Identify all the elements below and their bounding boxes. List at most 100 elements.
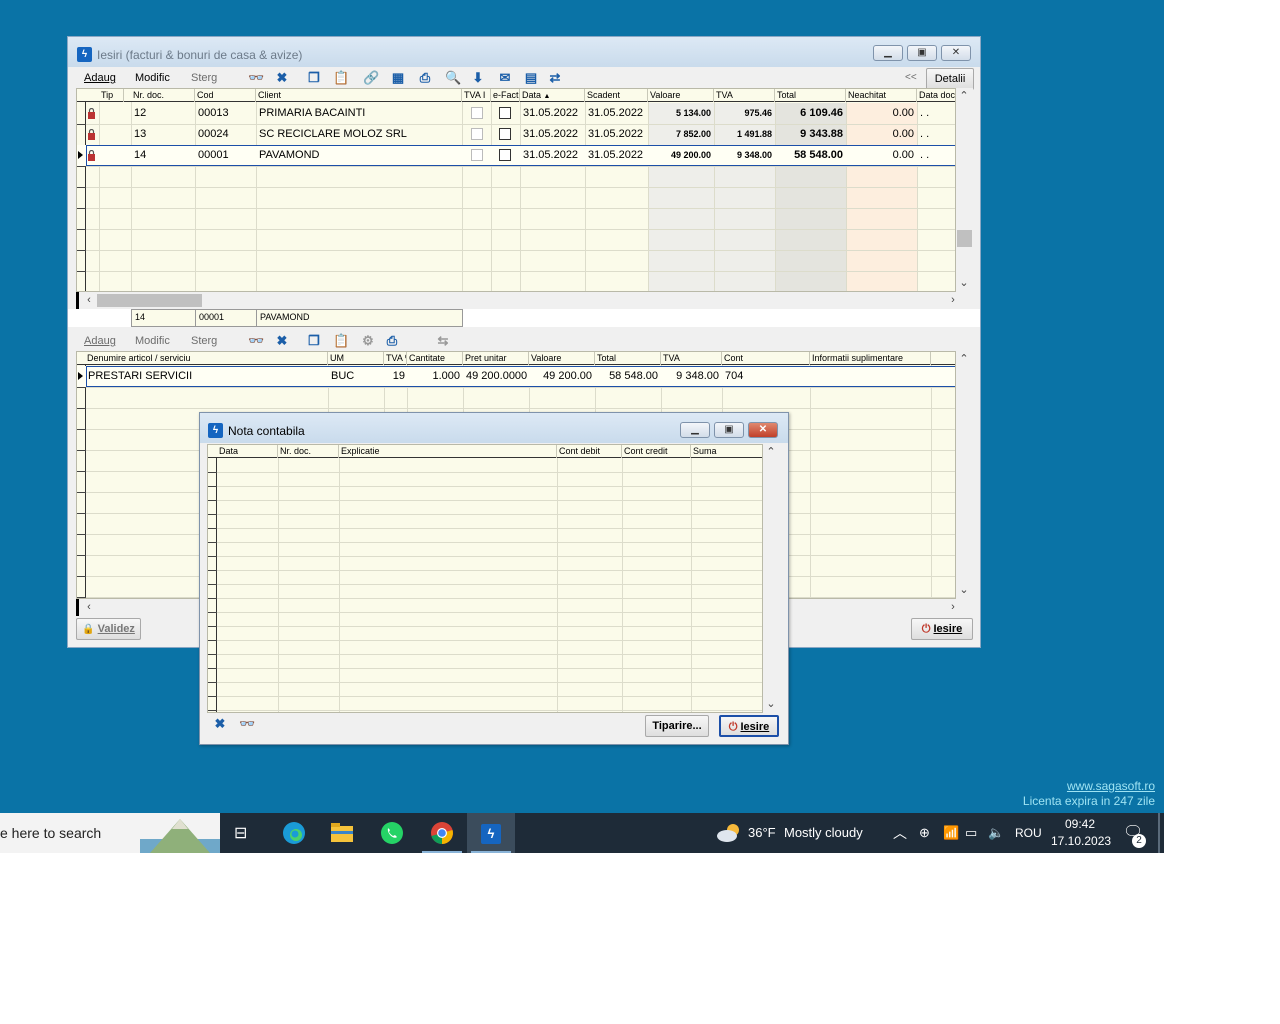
binoculars-icon[interactable]: 👓 <box>239 716 255 732</box>
search-box[interactable]: e here to search <box>0 813 220 853</box>
document-row[interactable]: 12 00013 PRIMARIA BACAINTI 31.05.2022 31… <box>77 103 955 124</box>
edit-item-link[interactable]: Modific <box>135 335 170 347</box>
scroll-right-icon[interactable]: › <box>945 599 961 615</box>
saga-taskbar-button[interactable]: ϟ <box>467 813 515 853</box>
col-client[interactable]: Client <box>256 89 462 102</box>
scroll-up-icon[interactable]: ⌃ <box>956 351 972 367</box>
e-factura-checkbox[interactable] <box>499 107 511 119</box>
col-e-fact[interactable]: e-Fact <box>491 89 520 102</box>
weather-temperature[interactable]: 36°F <box>748 813 776 853</box>
delete-item-link[interactable]: Sterg <box>191 335 217 347</box>
meet-now-icon[interactable]: ⊕ <box>919 813 930 853</box>
maximize-button[interactable]: ▣ <box>907 45 937 61</box>
minimize-button[interactable]: ▁ <box>680 422 710 438</box>
zoom-document-icon[interactable]: 🔍 <box>445 70 461 86</box>
col-suma[interactable]: Suma <box>691 445 762 458</box>
nota-exit-button[interactable]: ⏻ Iesire <box>719 715 779 737</box>
tva-incasare-checkbox[interactable] <box>471 107 483 119</box>
col-scadent[interactable]: Scadent <box>585 89 648 102</box>
col-tva[interactable]: TVA <box>714 89 775 102</box>
nota-vertical-scrollbar[interactable]: ⌃ ⌄ <box>763 444 780 713</box>
col-data-doc[interactable]: Data doc <box>917 89 955 102</box>
col-data[interactable]: Data ▲ <box>520 89 585 102</box>
scroll-thumb[interactable] <box>957 230 972 247</box>
binoculars-icon[interactable]: 👓 <box>248 70 264 86</box>
copy-icon[interactable]: ❐ <box>306 333 322 349</box>
col-cont[interactable]: Cont <box>722 352 810 365</box>
col-informatii[interactable]: Informatii suplimentare <box>810 352 931 365</box>
edit-link[interactable]: Modific <box>135 72 170 84</box>
close-button[interactable]: ✕ <box>941 45 971 61</box>
col-tva[interactable]: TVA <box>661 352 722 365</box>
scroll-down-icon[interactable]: ⌄ <box>956 275 972 291</box>
col-nr-doc[interactable]: Nr. doc. <box>131 89 195 102</box>
transfer-icon[interactable]: ⇄ <box>547 70 563 86</box>
col-valoare[interactable]: Valoare <box>529 352 595 365</box>
email-icon[interactable]: ✉ <box>497 70 513 86</box>
move-icon[interactable]: ⇆ <box>435 333 451 349</box>
scroll-left-icon[interactable]: ‹ <box>81 599 97 615</box>
e-factura-checkbox[interactable] <box>499 128 511 140</box>
col-total[interactable]: Total <box>595 352 661 365</box>
col-cod[interactable]: Cod <box>195 89 256 102</box>
scroll-up-icon[interactable]: ⌃ <box>956 88 972 104</box>
col-um[interactable]: UM <box>328 352 384 365</box>
copy-icon[interactable]: ❐ <box>306 70 322 86</box>
col-tip[interactable]: Tip <box>99 89 124 102</box>
nota-grid[interactable]: Data Nr. doc. Explicatie Cont debit Cont… <box>207 444 763 713</box>
excel-icon[interactable]: ✖ <box>274 70 290 86</box>
col-cont-debit[interactable]: Cont debit <box>557 445 622 458</box>
scroll-up-icon[interactable]: ⌃ <box>763 444 779 460</box>
scroll-thumb[interactable] <box>97 294 202 307</box>
validate-button[interactable]: 🔒 Validez <box>76 618 141 640</box>
delete-link[interactable]: Sterg <box>191 72 217 84</box>
scroll-left-icon[interactable]: ‹ <box>81 292 97 308</box>
documents-grid[interactable]: Tip Nr. doc. Cod Client TVA I e-Fact Dat… <box>76 88 956 292</box>
items-vertical-scrollbar[interactable]: ⌃ ⌄ <box>956 351 973 599</box>
archive-icon[interactable]: ▤ <box>523 70 539 86</box>
scroll-down-icon[interactable]: ⌄ <box>763 696 779 712</box>
wifi-icon[interactable]: 📶 <box>943 813 959 853</box>
table-icon[interactable]: ▦ <box>390 70 406 86</box>
col-nr-doc[interactable]: Nr. doc. <box>278 445 339 458</box>
whatsapp-taskbar-button[interactable] <box>368 813 416 853</box>
chrome-taskbar-button[interactable] <box>418 813 466 853</box>
document-row-selected[interactable]: 14 00001 PAVAMOND 31.05.2022 31.05.2022 … <box>77 145 955 166</box>
tva-incasare-checkbox[interactable] <box>471 128 483 140</box>
excel-icon[interactable]: ✖ <box>274 333 290 349</box>
documents-vertical-scrollbar[interactable]: ⌃ ⌄ <box>956 88 973 292</box>
tva-incasare-checkbox[interactable] <box>471 149 483 161</box>
remove-icon[interactable]: ⚙ <box>360 333 376 349</box>
minimize-button[interactable]: ▁ <box>873 45 903 61</box>
main-titlebar[interactable]: ϟ Iesiri (facturi & bonuri de casa & avi… <box>68 37 980 67</box>
col-neachitat[interactable]: Neachitat <box>846 89 917 102</box>
binoculars-icon[interactable]: 👓 <box>248 333 264 349</box>
show-hidden-icons-chevron-icon[interactable]: ︿ <box>893 813 907 853</box>
maximize-button[interactable]: ▣ <box>714 422 744 438</box>
col-pret-unitar[interactable]: Pret unitar <box>463 352 529 365</box>
show-desktop-strip[interactable] <box>1158 813 1160 853</box>
link-icon[interactable]: 🔗 <box>363 70 379 86</box>
exit-button[interactable]: ⏻ Iesire <box>911 618 973 640</box>
print-icon[interactable]: ⎙ <box>417 70 433 86</box>
item-row-selected[interactable]: PRESTARI SERVICII BUC 19 1.000 49 200.00… <box>77 366 955 387</box>
weather-description[interactable]: Mostly cloudy <box>784 813 863 853</box>
excel-icon[interactable]: ✖ <box>212 716 228 732</box>
documents-horizontal-scrollbar[interactable]: ‹ › <box>76 292 973 309</box>
col-cont-credit[interactable]: Cont credit <box>622 445 691 458</box>
download-icon[interactable]: ⬇ <box>470 70 486 86</box>
col-data[interactable]: Data <box>217 445 278 458</box>
col-cantitate[interactable]: Cantitate <box>407 352 463 365</box>
edge-taskbar-button[interactable] <box>270 813 318 853</box>
add-link[interactable]: Adaug <box>84 72 116 84</box>
collapse-link[interactable]: << <box>905 72 917 83</box>
nota-titlebar[interactable]: ϟ Nota contabila ▁ ▣ ✕ <box>200 413 788 443</box>
col-explicatie[interactable]: Explicatie <box>339 445 557 458</box>
file-explorer-taskbar-button[interactable] <box>318 813 366 853</box>
scroll-down-icon[interactable]: ⌄ <box>956 582 972 598</box>
volume-icon[interactable]: 🔈 <box>988 813 1004 853</box>
col-valoare[interactable]: Valoare <box>648 89 714 102</box>
clock-date[interactable]: 17.10.2023 <box>1051 821 1111 853</box>
website-link[interactable]: www.sagasoft.ro <box>1067 779 1155 793</box>
col-denumire[interactable]: Denumire articol / serviciu <box>85 352 328 365</box>
